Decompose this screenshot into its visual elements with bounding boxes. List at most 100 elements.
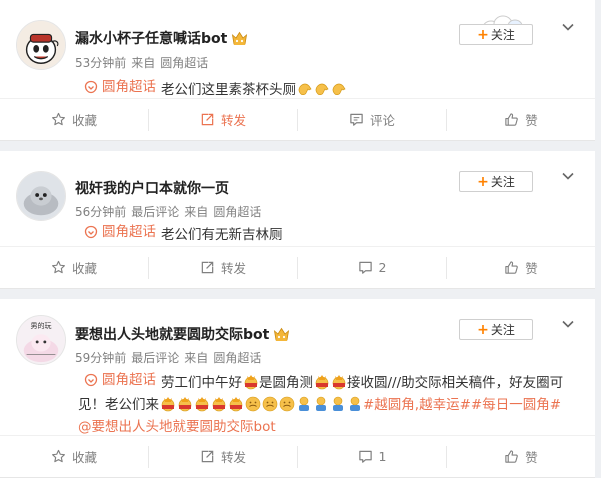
follow-label: 关注 bbox=[490, 323, 515, 337]
plus-icon: + bbox=[477, 173, 489, 190]
chevron-down-icon[interactable] bbox=[561, 20, 575, 34]
favorite-label: 收藏 bbox=[71, 261, 97, 276]
chevron-down-icon[interactable] bbox=[561, 169, 575, 183]
avatar[interactable] bbox=[16, 20, 66, 70]
like-button[interactable]: 赞 bbox=[447, 109, 595, 131]
post-text: 老公们这里素茶杯头厕 bbox=[161, 82, 296, 98]
chaohua-label: 圆角超话 bbox=[102, 224, 156, 240]
comment-button[interactable]: 2 bbox=[298, 256, 447, 279]
like-label: 赞 bbox=[525, 261, 538, 276]
repost-icon bbox=[200, 260, 215, 275]
username[interactable]: 视奸我的户口本就你一页 bbox=[75, 178, 229, 198]
repost-label: 转发 bbox=[220, 450, 246, 465]
from-source[interactable]: 圆角超话 bbox=[213, 351, 261, 365]
chevron-down-icon[interactable] bbox=[561, 317, 575, 331]
username-text[interactable]: 漏水小杯子任意喊话bot bbox=[75, 28, 227, 48]
last-comment-label: 最后评论 bbox=[131, 205, 180, 219]
post-time[interactable]: 56分钟前 bbox=[75, 205, 126, 219]
username[interactable]: 漏水小杯子任意喊话bot bbox=[75, 28, 248, 48]
avatar[interactable]: 男的玩 bbox=[16, 315, 66, 365]
thumbs-up-icon bbox=[504, 112, 519, 127]
crown-emoji-icon bbox=[194, 396, 210, 412]
chaohua-link[interactable]: 圆角超话 bbox=[84, 221, 156, 243]
username[interactable]: 要想出人头地就要圆助交际bot bbox=[75, 324, 290, 344]
like-label: 赞 bbox=[525, 450, 538, 465]
repost-button[interactable]: 转发 bbox=[149, 256, 298, 279]
post-card: 男的玩 要想出人头地就要圆助交际bot 59分钟前 最后评论 来自 圆角超话 圆角超话… bbox=[0, 299, 595, 478]
hashtag-link[interactable]: #越圆角,越幸运# bbox=[363, 397, 471, 413]
action-bar: 收藏 转发 评论 赞 bbox=[0, 98, 595, 140]
chaohua-icon bbox=[84, 225, 98, 239]
like-label: 赞 bbox=[525, 113, 538, 128]
repost-button[interactable]: 转发 bbox=[149, 445, 298, 468]
favorite-button[interactable]: 收藏 bbox=[0, 108, 149, 131]
username-text[interactable]: 视奸我的户口本就你一页 bbox=[75, 178, 229, 198]
chaohua-icon bbox=[84, 80, 98, 94]
post-meta: 56分钟前 最后评论 来自 圆角超话 bbox=[75, 203, 266, 220]
follow-button[interactable]: + 关注 bbox=[459, 319, 533, 340]
follow-button[interactable]: + 关注 bbox=[459, 171, 533, 192]
star-icon bbox=[51, 449, 66, 464]
like-button[interactable]: 赞 bbox=[447, 446, 595, 468]
favorite-button[interactable]: 收藏 bbox=[0, 445, 149, 468]
from-source[interactable]: 圆角超话 bbox=[160, 56, 208, 70]
plus-icon: + bbox=[477, 321, 489, 338]
from-source[interactable]: 圆角超话 bbox=[213, 205, 261, 219]
comment-count: 2 bbox=[378, 260, 387, 275]
follow-label: 关注 bbox=[490, 28, 515, 42]
crown-emoji-icon bbox=[160, 396, 176, 412]
person-emoji-icon bbox=[330, 396, 346, 412]
username-text[interactable]: 要想出人头地就要圆助交际bot bbox=[75, 324, 269, 344]
comment-icon bbox=[358, 260, 373, 275]
follow-button[interactable]: + 关注 bbox=[459, 24, 533, 45]
action-bar: 收藏 转发 1 赞 bbox=[0, 435, 595, 477]
chaohua-label: 圆角超话 bbox=[102, 372, 156, 388]
chaohua-link[interactable]: 圆角超话 bbox=[84, 369, 156, 391]
post-time[interactable]: 53分钟前 bbox=[75, 56, 126, 70]
crown-emoji-icon bbox=[211, 396, 227, 412]
person-emoji-icon bbox=[296, 396, 312, 412]
crown-icon bbox=[273, 327, 290, 342]
repost-icon bbox=[200, 449, 215, 464]
repost-icon bbox=[200, 112, 215, 127]
favorite-label: 收藏 bbox=[71, 450, 97, 465]
comment-button[interactable]: 1 bbox=[298, 445, 447, 468]
thumbs-up-icon bbox=[504, 449, 519, 464]
hand-emoji-icon bbox=[314, 81, 330, 97]
face-emoji-icon bbox=[262, 396, 278, 412]
thumbs-up-icon bbox=[504, 260, 519, 275]
comment-label: 评论 bbox=[369, 113, 395, 128]
mention-link[interactable]: @要想出人头地就要圆助交际bot bbox=[78, 419, 276, 435]
star-icon bbox=[51, 260, 66, 275]
repost-button[interactable]: 转发 bbox=[149, 108, 298, 131]
avatar-caption: 男的玩 bbox=[30, 322, 52, 330]
from-label: 来自 bbox=[184, 351, 209, 365]
repost-label: 转发 bbox=[220, 261, 246, 276]
crown-icon bbox=[231, 31, 248, 46]
avatar[interactable] bbox=[16, 171, 66, 221]
favorite-button[interactable]: 收藏 bbox=[0, 256, 149, 279]
chaohua-link[interactable]: 圆角超话 bbox=[84, 76, 156, 98]
post-content: 圆角超话 劳工们中午好 是圆角测 接收圆///助交际相关稿件，好友圈可见！老公们来 #越… bbox=[78, 369, 575, 438]
plus-icon: + bbox=[477, 26, 489, 43]
from-label: 来自 bbox=[131, 56, 156, 70]
hand-emoji-icon bbox=[297, 81, 313, 97]
post-text-b: 是圆角测 bbox=[259, 375, 313, 391]
repost-label: 转发 bbox=[220, 113, 246, 128]
person-emoji-icon bbox=[313, 396, 329, 412]
favorite-label: 收藏 bbox=[71, 113, 97, 128]
post-meta: 59分钟前 最后评论 来自 圆角超话 bbox=[75, 349, 266, 366]
like-button[interactable]: 赞 bbox=[447, 257, 595, 279]
crown-emoji-icon bbox=[228, 396, 244, 412]
post-card: 视奸我的户口本就你一页 56分钟前 最后评论 来自 圆角超话 圆角超话 老公们有无新吉林… bbox=[0, 151, 595, 289]
crown-emoji-icon bbox=[314, 374, 330, 390]
comment-button[interactable]: 评论 bbox=[298, 108, 447, 131]
post-time[interactable]: 59分钟前 bbox=[75, 351, 126, 365]
face-emoji-icon bbox=[279, 396, 295, 412]
follow-label: 关注 bbox=[490, 175, 515, 189]
hashtag-link[interactable]: #每日一圆角# bbox=[471, 397, 561, 413]
crown-emoji-icon bbox=[177, 396, 193, 412]
post-text-a: 劳工们中午好 bbox=[161, 375, 242, 391]
face-emoji-icon bbox=[245, 396, 261, 412]
hand-emoji-icon bbox=[331, 81, 347, 97]
